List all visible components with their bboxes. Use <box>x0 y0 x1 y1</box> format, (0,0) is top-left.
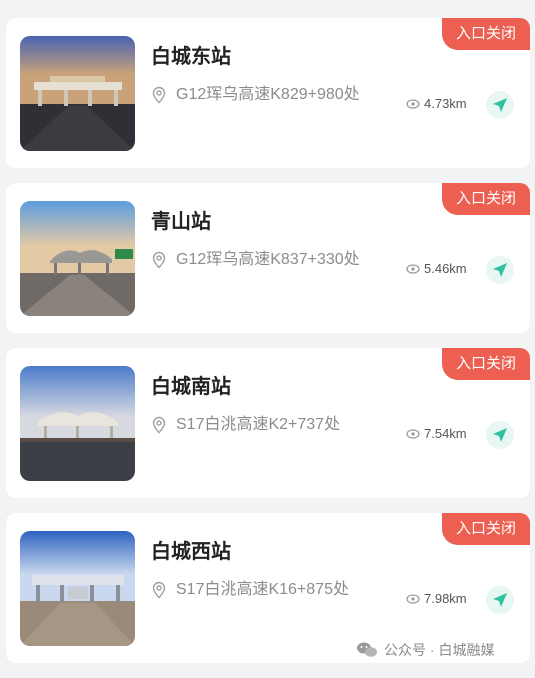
station-address: S17白洮高速K2+737处 <box>176 416 341 433</box>
distance-icon <box>406 98 420 109</box>
status-badge: 入口关闭 <box>442 183 530 215</box>
station-list: 白城东站 G12珲乌高速K829+980处 4.73km 入口关闭 青山站 G1… <box>6 18 530 678</box>
station-photo <box>20 201 135 316</box>
navigation-arrow-icon <box>493 263 507 277</box>
navigate-button[interactable] <box>486 256 514 284</box>
navigation-arrow-icon <box>493 428 507 442</box>
location-pin-icon <box>152 251 166 269</box>
toll-plaza-image <box>20 531 135 646</box>
navigate-button[interactable] <box>486 586 514 614</box>
station-name: 白城南站 <box>151 376 231 398</box>
location-pin-icon <box>152 86 166 104</box>
navigation-arrow-icon <box>493 98 507 112</box>
navigate-button[interactable] <box>486 421 514 449</box>
watermark: 公众号 · 白城融媒 <box>356 640 494 660</box>
distance: 7.98km <box>406 591 467 606</box>
location: G12珲乌高速K837+330处 <box>151 249 379 270</box>
watermark-text: 公众号 · 白城融媒 <box>384 642 495 658</box>
station-name: 青山站 <box>151 211 211 233</box>
station-card[interactable]: 青山站 G12珲乌高速K837+330处 5.46km 入口关闭 <box>6 183 530 333</box>
status-badge: 入口关闭 <box>442 348 530 380</box>
station-address: G12珲乌高速K837+330处 <box>176 251 360 268</box>
station-card[interactable]: 白城南站 S17白洮高速K2+737处 7.54km 入口关闭 <box>6 348 530 498</box>
distance-value: 4.73km <box>424 96 467 111</box>
toll-plaza-image <box>20 36 135 151</box>
distance-icon <box>406 263 420 274</box>
distance: 4.73km <box>406 96 467 111</box>
distance-value: 5.46km <box>424 261 467 276</box>
status-badge: 入口关闭 <box>442 18 530 50</box>
wechat-icon <box>357 642 377 657</box>
location: S17白洮高速K2+737处 <box>151 414 379 435</box>
distance-icon <box>406 428 420 439</box>
station-card[interactable]: 白城东站 G12珲乌高速K829+980处 4.73km 入口关闭 <box>6 18 530 168</box>
distance: 5.46km <box>406 261 467 276</box>
location-pin-icon <box>152 581 166 599</box>
navigate-button[interactable] <box>486 91 514 119</box>
station-photo <box>20 531 135 646</box>
station-photo <box>20 366 135 481</box>
location: G12珲乌高速K829+980处 <box>151 84 379 105</box>
station-photo <box>20 36 135 151</box>
location: S17白洮高速K16+875处 <box>151 579 379 600</box>
toll-plaza-image <box>20 366 135 481</box>
status-badge: 入口关闭 <box>442 513 530 545</box>
navigation-arrow-icon <box>493 593 507 607</box>
distance-value: 7.98km <box>424 591 467 606</box>
station-name: 白城东站 <box>151 46 231 68</box>
distance-icon <box>406 593 420 604</box>
distance-value: 7.54km <box>424 426 467 441</box>
location-pin-icon <box>152 416 166 434</box>
station-address: S17白洮高速K16+875处 <box>176 581 349 598</box>
station-address: G12珲乌高速K829+980处 <box>176 86 360 103</box>
toll-plaza-image <box>20 201 135 316</box>
station-name: 白城西站 <box>151 541 231 563</box>
distance: 7.54km <box>406 426 467 441</box>
